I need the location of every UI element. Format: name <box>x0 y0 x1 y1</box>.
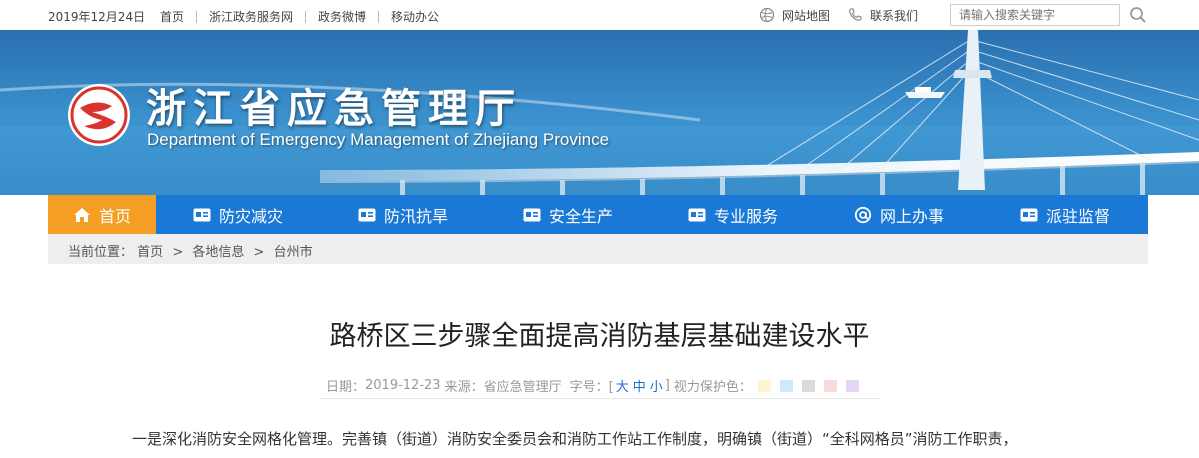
font-size-small[interactable]: 小 <box>650 376 663 395</box>
article-title: 路桥区三步骤全面提高消防基层基础建设水平 <box>329 321 870 352</box>
card-icon <box>193 207 211 223</box>
breadcrumb-separator: > <box>172 245 184 260</box>
font-size-label: 字号：[ <box>569 380 614 395</box>
at-icon <box>854 206 872 223</box>
breadcrumb-prefix: 当前位置： <box>68 245 134 260</box>
breadcrumb-home[interactable]: 首页 <box>137 245 163 260</box>
department-logo[interactable] <box>66 82 132 148</box>
contact-link[interactable]: 联系我们 <box>870 7 918 24</box>
top-link-zhejiang-service[interactable]: 浙江政务服务网 <box>209 8 293 25</box>
phone-icon <box>846 6 864 24</box>
source-label: 来源： <box>444 380 484 395</box>
eye-color-swatch-purple[interactable] <box>845 379 859 392</box>
card-icon <box>523 207 541 223</box>
eye-color-swatch-pink[interactable] <box>823 379 837 392</box>
divider <box>196 10 198 23</box>
sitemap-link[interactable]: 网站地图 <box>782 7 830 24</box>
card-icon <box>358 207 376 223</box>
site-title-english: Department of Emergency Management of Zh… <box>147 130 610 149</box>
nav-label: 防灾减灾 <box>218 206 283 226</box>
nav-item-work-safety[interactable]: 安全生产 <box>486 195 650 234</box>
divider <box>378 10 380 23</box>
breadcrumb-local-info[interactable]: 各地信息 <box>192 245 244 260</box>
home-icon <box>73 207 91 223</box>
date-label: 日期： <box>326 380 366 395</box>
main-nav: 首页 防灾减灾 防汛抗旱 安全生产 专业服务 网上办事 派驻监督 <box>48 195 1148 234</box>
article-paragraph: 一是深化消防安全网格化管理。完善镇（街道）消防安全委员会和消防工作站工作制度，明… <box>132 430 1018 448</box>
breadcrumb-taizhou[interactable]: 台州市 <box>274 245 313 260</box>
card-icon <box>688 207 706 223</box>
article-meta: 日期： 2019-12-23 来源： 省应急管理厅 字号：[ 大 中 小 ] 视… <box>320 376 880 399</box>
nav-item-professional-services[interactable]: 专业服务 <box>650 195 816 234</box>
nav-label: 首页 <box>98 206 131 226</box>
font-size-large[interactable]: 大 <box>616 376 629 395</box>
top-link-home[interactable]: 首页 <box>160 8 184 25</box>
top-right-tools: 网站地图 联系我们 <box>758 4 934 26</box>
divider <box>305 10 307 23</box>
header-banner: 浙江省应急管理厅 Department of Emergency Managem… <box>0 30 1199 195</box>
eye-protection-label: 视力保护色： <box>673 380 752 395</box>
breadcrumb: 当前位置： 首页 > 各地信息 > 台州市 <box>48 234 1148 264</box>
eye-color-swatch-yellow[interactable] <box>757 379 771 392</box>
publish-date: 2019-12-23 <box>365 378 441 393</box>
meta-divider <box>320 398 880 399</box>
font-size-close: ] <box>664 378 670 393</box>
search-icon[interactable] <box>1128 5 1148 25</box>
eye-color-swatch-blue[interactable] <box>779 379 793 392</box>
search-input[interactable] <box>950 4 1120 26</box>
breadcrumb-separator: > <box>253 245 265 260</box>
globe-icon <box>758 6 776 24</box>
nav-item-flood-control[interactable]: 防汛抗旱 <box>320 195 486 234</box>
top-links: 首页 浙江政务服务网 政务微博 移动办公 <box>160 8 439 25</box>
top-bar: 2019年12月24日 首页 浙江政务服务网 政务微博 移动办公 网站地图 联系… <box>0 0 1199 30</box>
nav-item-disaster-prevention[interactable]: 防灾减灾 <box>156 195 320 234</box>
nav-item-supervision[interactable]: 派驻监督 <box>982 195 1148 234</box>
nav-label: 网上办事 <box>879 206 944 226</box>
top-link-mobile-office[interactable]: 移动办公 <box>391 8 439 25</box>
current-date: 2019年12月24日 <box>48 10 146 24</box>
nav-item-online-services[interactable]: 网上办事 <box>816 195 982 234</box>
nav-label: 安全生产 <box>548 206 613 226</box>
source-value: 省应急管理厅 <box>483 380 562 395</box>
top-link-weibo[interactable]: 政务微博 <box>318 8 366 25</box>
card-icon <box>1020 207 1038 223</box>
nav-item-home[interactable]: 首页 <box>48 195 156 234</box>
nav-label: 防汛抗旱 <box>383 206 448 226</box>
nav-label: 专业服务 <box>713 206 778 226</box>
eye-color-swatch-gray[interactable] <box>801 379 815 392</box>
font-size-medium[interactable]: 中 <box>633 376 646 395</box>
nav-label: 派驻监督 <box>1045 206 1110 226</box>
site-title-chinese: 浙江省应急管理厅 <box>146 86 522 132</box>
